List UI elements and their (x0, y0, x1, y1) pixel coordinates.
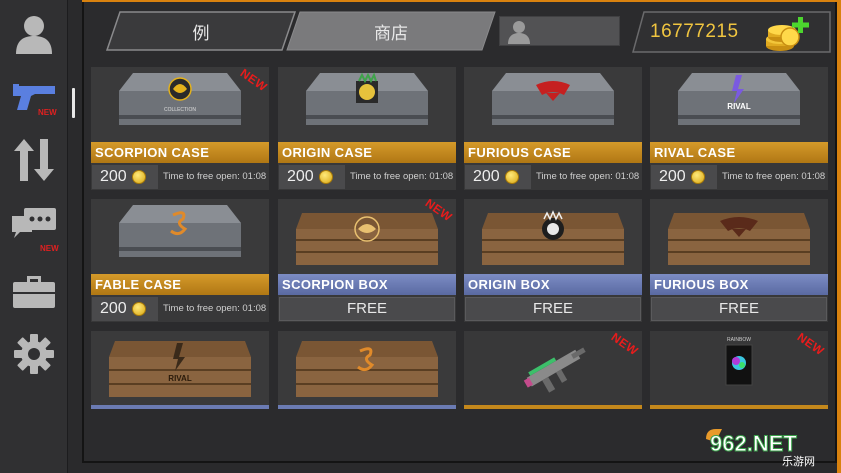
chat-icon (12, 208, 56, 238)
fable-case-price-row: 200 Time to free open: 01:08 (91, 297, 269, 321)
tab-shop[interactable]: 商店 (286, 11, 496, 51)
furious-box-image (650, 199, 828, 274)
coin-balance: 16777215 (650, 21, 739, 42)
coins-panel: 16777215 (632, 11, 831, 53)
fable-box-underbar (278, 405, 456, 409)
top-bar: 例 商店 16777215 (84, 3, 835, 61)
rival-case-timer: Time to free open: 01:08 (722, 171, 826, 182)
origin-case-label: ORIGIN CASE (278, 142, 456, 163)
sidebar-scroll-indicator (72, 88, 75, 118)
weapon-item-card[interactable]: NEW (464, 331, 642, 409)
profile-button[interactable] (8, 8, 60, 60)
origin-box-image (464, 199, 642, 274)
weapons-button[interactable]: NEW (8, 72, 60, 124)
rival-box-crest-text: RIVAL (168, 374, 192, 383)
coin-icon (318, 170, 333, 184)
inventory-button[interactable] (8, 266, 60, 318)
origin-box-label: ORIGIN BOX (464, 274, 642, 295)
rainbow-pack-card[interactable]: RAINBOW NEW (650, 331, 828, 409)
fable-box-image (278, 331, 456, 406)
fable-case-price-box[interactable]: 200 (92, 297, 158, 321)
rival-case-card[interactable]: RIVAL RIVAL CASE 200 Time to free open: … (650, 67, 828, 190)
rival-case-label: RIVAL CASE (650, 142, 828, 163)
fable-case-image (91, 199, 269, 274)
furious-case-label: FURIOUS CASE (464, 142, 642, 163)
scorpion-case-timer: Time to free open: 01:08 (163, 171, 267, 182)
accent-top-line (82, 0, 841, 2)
settings-button[interactable] (8, 328, 60, 380)
furious-case-price-row: 200 Time to free open: 01:08 (464, 165, 642, 189)
watermark-text: 962.NET (710, 431, 797, 456)
rival-box-underbar (91, 405, 269, 409)
furious-case-price-box[interactable]: 200 (465, 165, 531, 189)
tab-example-label: 例 (192, 23, 210, 44)
furious-box-label: FURIOUS BOX (650, 274, 828, 295)
coin-icon (131, 170, 146, 184)
furious-case-timer: Time to free open: 01:08 (536, 171, 640, 182)
trade-button[interactable] (8, 134, 60, 186)
rival-box-image: RIVAL (91, 331, 269, 406)
watermark-logo: 962.NET 乐游网 (706, 429, 815, 468)
origin-case-card[interactable]: ORIGIN CASE 200 Time to free open: 01:08 (278, 67, 456, 190)
origin-case-image (278, 67, 456, 142)
origin-case-timer: Time to free open: 01:08 (350, 171, 454, 182)
player-avatar-icon (508, 21, 530, 44)
origin-box-free[interactable]: FREE (465, 297, 641, 321)
rival-case-price-row: 200 Time to free open: 01:08 (650, 165, 828, 189)
fable-case-card[interactable]: FABLE CASE 200 Time to free open: 01:08 (91, 199, 269, 322)
furious-box-free[interactable]: FREE (651, 297, 827, 321)
furious-case-image (464, 67, 642, 142)
rival-case-price: 200 (659, 168, 686, 185)
player-box[interactable] (499, 16, 620, 46)
profile-icon (16, 16, 52, 54)
rival-crest-text: RIVAL (727, 102, 751, 111)
rainbow-pack-text: RAINBOW (727, 337, 751, 343)
furious-case-card[interactable]: FURIOUS CASE 200 Time to free open: 01:0… (464, 67, 642, 190)
scorpion-case-price: 200 (100, 168, 127, 185)
fable-case-timer: Time to free open: 01:08 (163, 303, 267, 314)
origin-box-card[interactable]: ORIGIN BOX FREE (464, 199, 642, 322)
scorpion-case-price-box[interactable]: 200 (92, 165, 158, 189)
watermark-subtext: 乐游网 (782, 455, 815, 468)
trade-arrows-icon (14, 139, 54, 181)
scorpion-box-label: SCORPION BOX (278, 274, 456, 295)
origin-case-price-box[interactable]: 200 (279, 165, 345, 189)
scorpion-case-label: SCORPION CASE (91, 142, 269, 163)
case-collection-text: COLLECTION (164, 107, 196, 113)
fable-case-label: FABLE CASE (91, 274, 269, 295)
scorpion-case-price-row: 200 Time to free open: 01:08 (91, 165, 269, 189)
fable-box-card[interactable] (278, 331, 456, 409)
coin-icon (131, 302, 146, 316)
fable-case-price: 200 (100, 300, 127, 317)
scorpion-box-card[interactable]: NEW SCORPION BOX FREE (278, 199, 456, 322)
gear-icon (14, 334, 54, 374)
origin-case-price: 200 (287, 168, 314, 185)
add-coins-icon[interactable] (760, 13, 814, 53)
weapon-item-underbar (464, 405, 642, 409)
sidebar: NEW NEW (0, 0, 68, 473)
coin-icon (690, 170, 705, 184)
rival-box-card[interactable]: RIVAL (91, 331, 269, 409)
weapons-new-badge: NEW (38, 108, 57, 117)
chat-button[interactable]: NEW (8, 200, 60, 253)
tab-example[interactable]: 例 (106, 11, 296, 51)
coin-icon (504, 170, 519, 184)
scorpion-case-card[interactable]: COLLECTION NEW SCORPION CASE 200 Time to… (91, 67, 269, 190)
accent-right-line (837, 0, 841, 473)
furious-case-price: 200 (473, 168, 500, 185)
scorpion-box-free[interactable]: FREE (279, 297, 455, 321)
rainbow-pack-underbar (650, 405, 828, 409)
tab-shop-label: 商店 (374, 23, 408, 44)
rival-case-price-box[interactable]: 200 (651, 165, 717, 189)
furious-box-card[interactable]: FURIOUS BOX FREE (650, 199, 828, 322)
chat-new-badge: NEW (40, 244, 59, 253)
origin-case-price-row: 200 Time to free open: 01:08 (278, 165, 456, 189)
rival-case-image: RIVAL (650, 67, 828, 142)
briefcase-icon (13, 276, 55, 308)
